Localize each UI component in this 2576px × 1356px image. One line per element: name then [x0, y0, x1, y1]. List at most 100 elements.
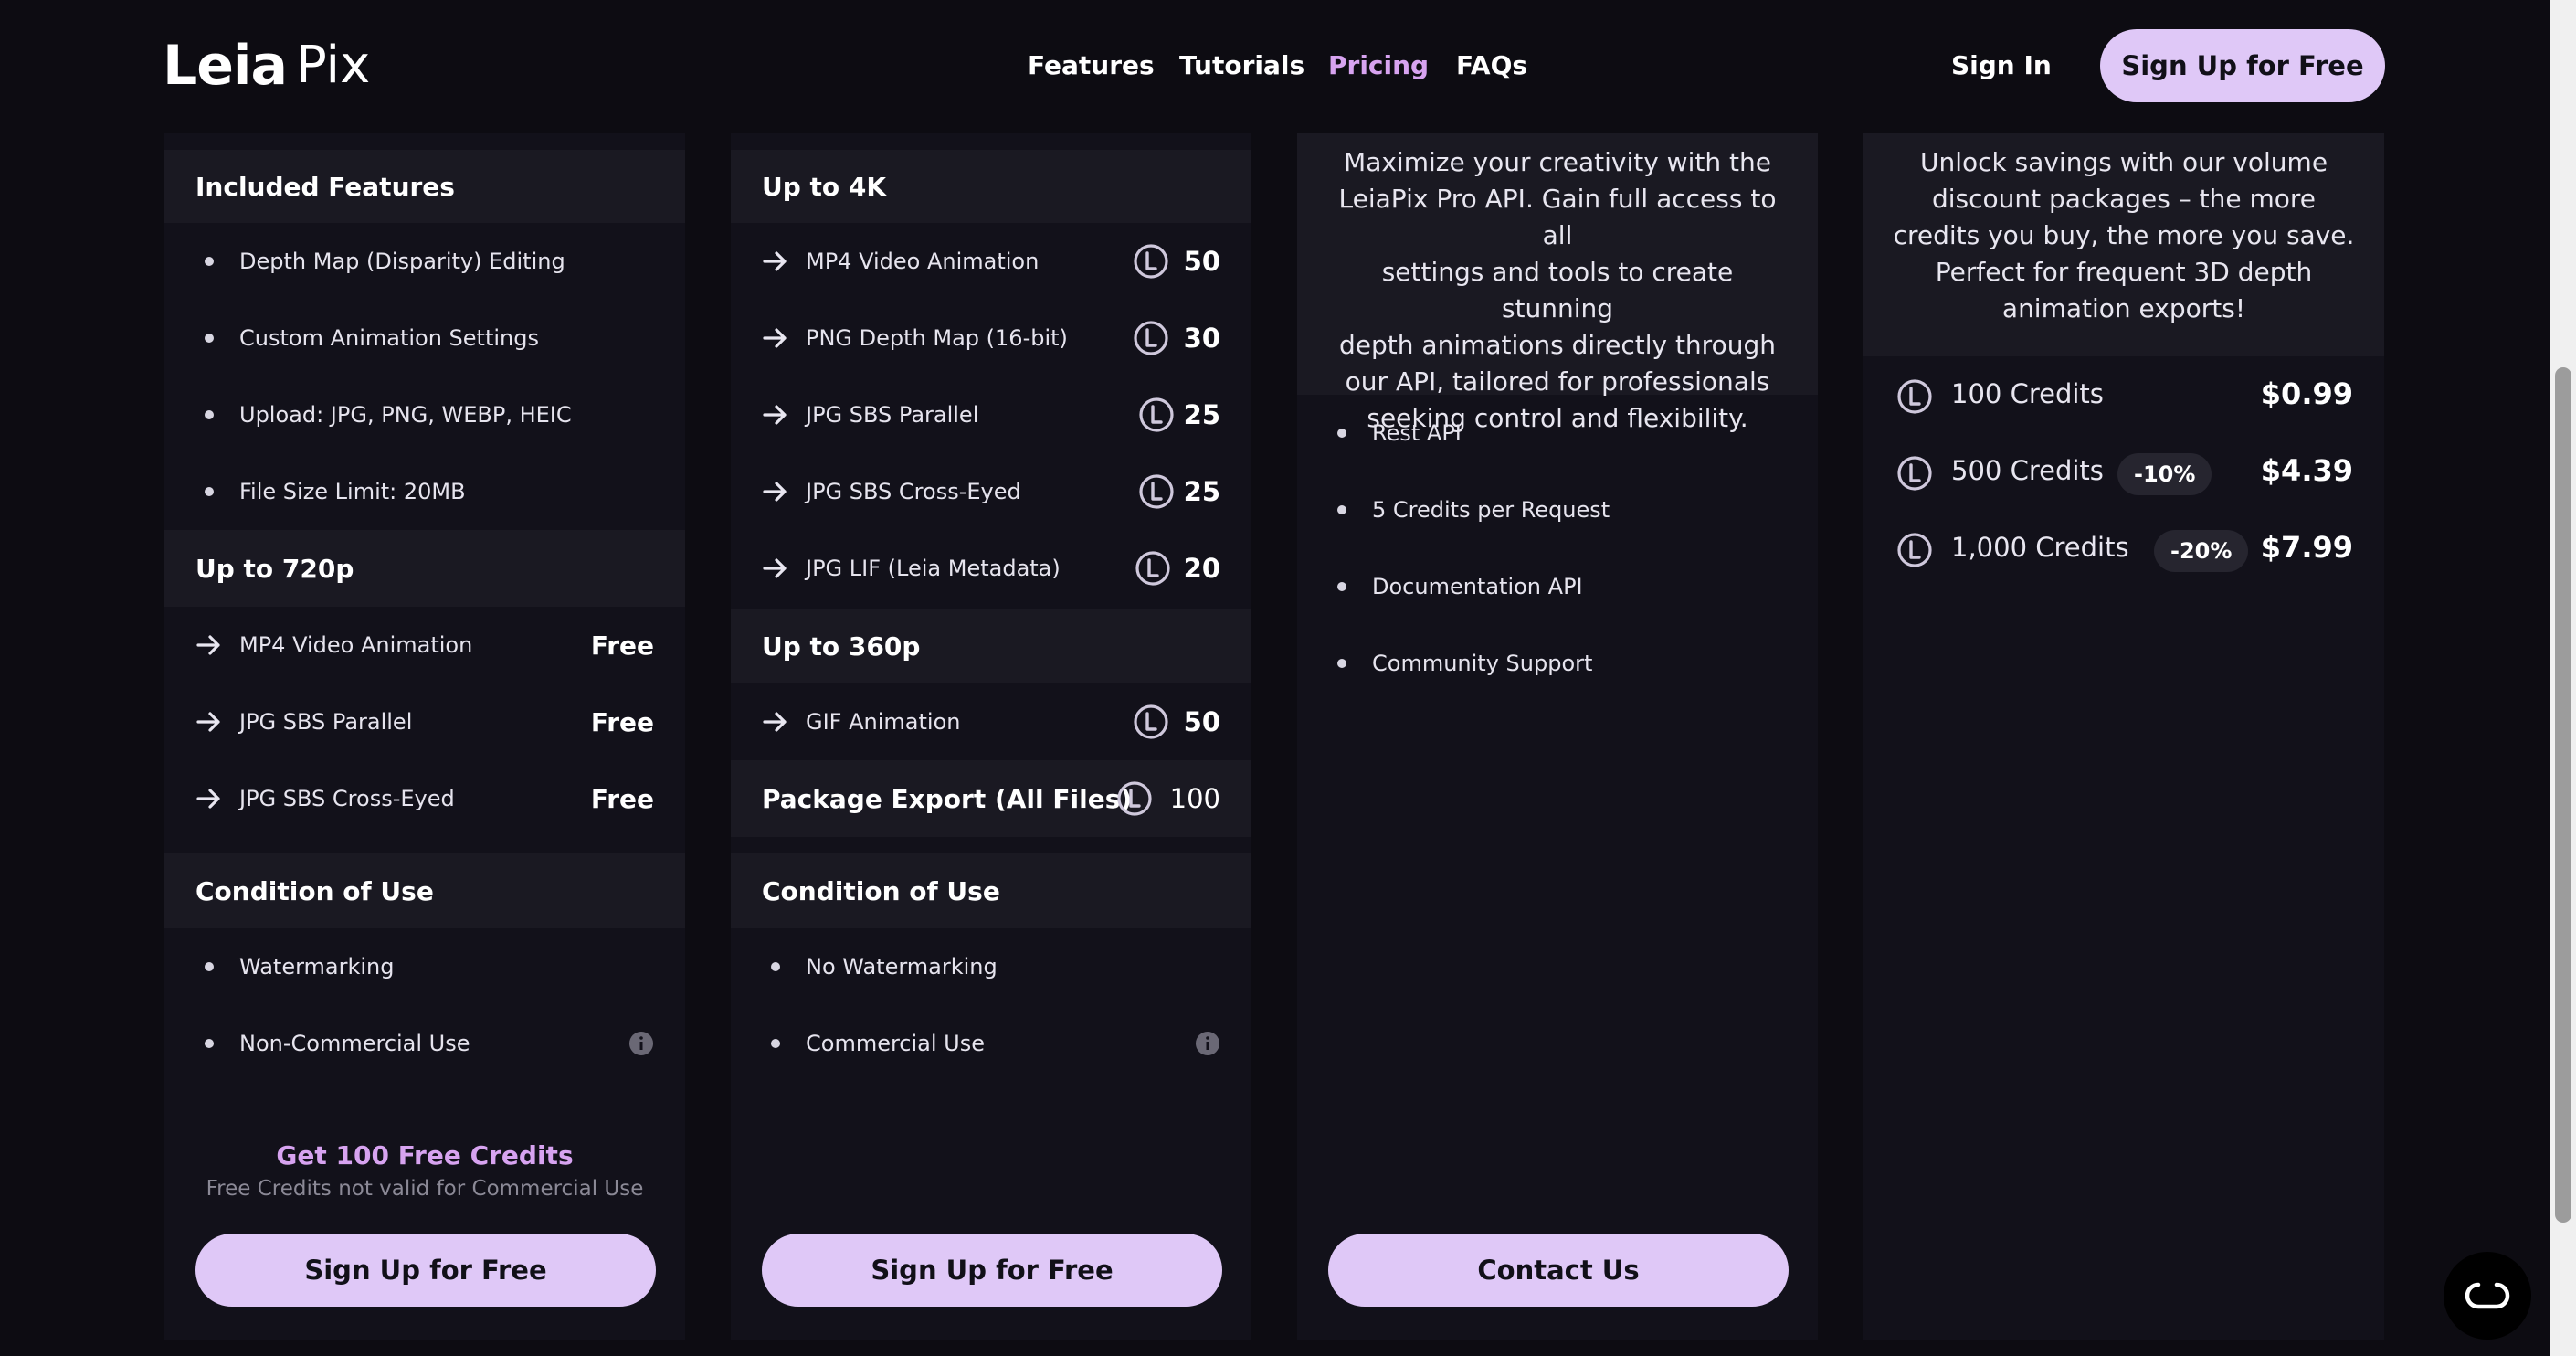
- credits-sign-up-button[interactable]: Sign Up for Free: [762, 1234, 1222, 1307]
- export-row: GIF Animation 50: [731, 683, 1251, 760]
- credit-coin-icon: [1139, 397, 1174, 432]
- arrow-right-icon: [763, 482, 787, 502]
- bullet-icon: [1337, 429, 1346, 438]
- credit-package-row[interactable]: 1,000 Credits -20% $7.99: [1863, 512, 2384, 588]
- logo-pix-text: Pix: [295, 36, 371, 95]
- list-item: Upload: JPG, PNG, WEBP, HEIC: [164, 376, 685, 453]
- arrow-right-icon: [763, 251, 787, 271]
- credit-cost: 30: [1183, 323, 1220, 354]
- condition-of-use-heading: Condition of Use: [164, 853, 685, 928]
- condition-of-use-heading: Condition of Use: [731, 853, 1251, 928]
- package-name: 500 Credits: [1951, 455, 2104, 486]
- export-row: JPG SBS Parallel 25: [731, 376, 1251, 453]
- bullet-icon: [1337, 505, 1346, 514]
- logo-leia-text: Leia: [163, 34, 288, 98]
- bullet-icon: [205, 487, 214, 496]
- list-item: Custom Animation Settings: [164, 300, 685, 376]
- bullet-icon: [205, 1039, 214, 1048]
- resolution-720p-heading: Up to 720p: [164, 530, 685, 607]
- price-free: Free: [590, 783, 654, 814]
- arrow-right-icon: [763, 558, 787, 578]
- export-row: JPG SBS Cross-Eyed Free: [164, 760, 685, 837]
- bullet-icon: [205, 334, 214, 343]
- export-row: MP4 Video Animation 50: [731, 223, 1251, 300]
- free-credits-promo-subtitle: Free Credits not valid for Commercial Us…: [206, 1177, 644, 1201]
- list-item: Commercial Use: [731, 1005, 1251, 1082]
- credit-coin-icon: [1134, 704, 1168, 739]
- resolution-4k-heading: Up to 4K: [731, 150, 1251, 223]
- resolution-360p-heading: Up to 360p: [731, 609, 1251, 683]
- arrow-right-icon: [196, 712, 220, 732]
- sign-in-link[interactable]: Sign In: [1951, 48, 2052, 84]
- discount-badge: -20%: [2154, 530, 2249, 572]
- export-row: PNG Depth Map (16-bit) 30: [731, 300, 1251, 376]
- scrollbar-thumb[interactable]: [2555, 367, 2571, 1223]
- list-item: Community Support: [1297, 625, 1818, 702]
- free-sign-up-button[interactable]: Sign Up for Free: [195, 1234, 656, 1307]
- header-sign-up-button[interactable]: Sign Up for Free: [2100, 29, 2385, 102]
- chat-widget-button[interactable]: [2444, 1252, 2531, 1340]
- credit-cost: 100: [1169, 783, 1220, 814]
- arrow-right-icon: [196, 635, 220, 655]
- bullet-icon: [771, 962, 780, 971]
- credit-cost: 50: [1183, 246, 1220, 277]
- chat-widget-icon: [2465, 1282, 2510, 1309]
- export-row: JPG SBS Parallel Free: [164, 683, 685, 760]
- included-features-heading: Included Features: [164, 150, 685, 223]
- bullet-icon: [205, 410, 214, 419]
- credit-package-row[interactable]: 500 Credits -10% $4.39: [1863, 435, 2384, 512]
- api-description: Maximize your creativity with the LeiaPi…: [1297, 132, 1818, 433]
- list-item: Depth Map (Disparity) Editing: [164, 223, 685, 300]
- credit-coin-icon: [1134, 321, 1168, 355]
- list-item: Documentation API: [1297, 548, 1818, 625]
- list-item: 5 Credits per Request: [1297, 471, 1818, 548]
- info-icon[interactable]: [628, 1031, 654, 1056]
- list-item: Non-Commercial Use: [164, 1005, 685, 1082]
- package-name: 100 Credits: [1951, 378, 2104, 409]
- nav-tutorials[interactable]: Tutorials: [1179, 48, 1304, 84]
- api-plan-card: Maximize your creativity with the LeiaPi…: [1297, 132, 1818, 1340]
- credit-package-row[interactable]: 100 Credits $0.99: [1863, 358, 2384, 435]
- credit-coin-icon: [1897, 456, 1932, 491]
- export-row: JPG LIF (Leia Metadata) 20: [731, 530, 1251, 607]
- price-free: Free: [590, 630, 654, 661]
- package-price: $0.99: [2260, 376, 2353, 411]
- package-export-label: Package Export (All Files): [762, 783, 1133, 814]
- credit-packages-card: Unlock savings with our volume discount …: [1863, 132, 2384, 1340]
- export-row: JPG SBS Cross-Eyed 25: [731, 453, 1251, 530]
- leiapix-logo[interactable]: Leia Pix: [163, 34, 371, 98]
- arrow-right-icon: [763, 328, 787, 348]
- nav-faqs[interactable]: FAQs: [1456, 48, 1527, 84]
- credit-coin-icon: [1139, 474, 1174, 509]
- packages-description: Unlock savings with our volume discount …: [1863, 132, 2384, 356]
- credit-coin-icon: [1134, 244, 1168, 279]
- list-item: File Size Limit: 20MB: [164, 453, 685, 530]
- credit-coin-icon: [1897, 379, 1932, 414]
- package-name: 1,000 Credits: [1951, 532, 2129, 563]
- info-icon[interactable]: [1195, 1031, 1220, 1056]
- credits-plan-card: Up to 4K MP4 Video Animation 50 PNG Dept…: [731, 132, 1251, 1340]
- credit-cost: 50: [1183, 706, 1220, 737]
- package-export-row: Package Export (All Files) 100: [731, 760, 1251, 837]
- nav-pricing[interactable]: Pricing: [1328, 48, 1429, 84]
- arrow-right-icon: [763, 712, 787, 732]
- list-item: Rest API: [1297, 395, 1818, 471]
- bullet-icon: [771, 1039, 780, 1048]
- price-free: Free: [590, 706, 654, 737]
- package-price: $4.39: [2260, 453, 2353, 488]
- free-credits-promo-title: Get 100 Free Credits: [276, 1140, 574, 1171]
- list-item: Watermarking: [164, 928, 685, 1005]
- discount-badge: -10%: [2117, 453, 2212, 495]
- credit-coin-icon: [1135, 551, 1170, 586]
- credit-cost: 20: [1183, 553, 1220, 584]
- site-header: Leia Pix Features Tutorials Pricing FAQs…: [0, 0, 2550, 133]
- contact-us-button[interactable]: Contact Us: [1328, 1234, 1789, 1307]
- bullet-icon: [205, 962, 214, 971]
- credit-coin-icon: [1117, 781, 1152, 816]
- nav-features[interactable]: Features: [1028, 48, 1155, 84]
- arrow-right-icon: [196, 789, 220, 809]
- arrow-right-icon: [763, 405, 787, 425]
- export-row: MP4 Video Animation Free: [164, 607, 685, 683]
- free-plan-card: Included Features Depth Map (Disparity) …: [164, 132, 685, 1340]
- bullet-icon: [1337, 659, 1346, 668]
